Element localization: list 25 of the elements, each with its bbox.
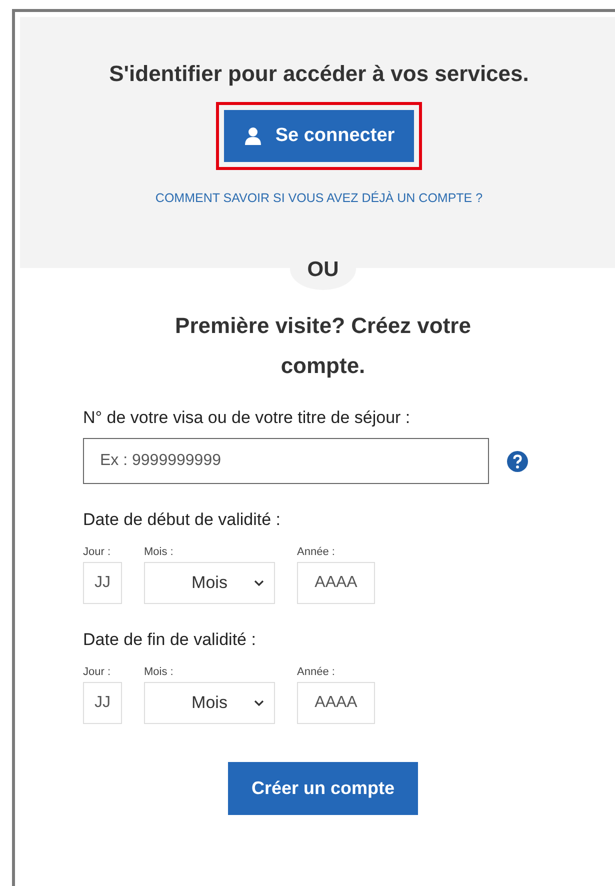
day-field[interactable]: JJ (83, 682, 122, 724)
year-label: Année : (297, 546, 336, 558)
date-label: Date de début de validité : (83, 510, 282, 530)
help-link[interactable]: COMMENT SAVOIR SI VOUS AVEZ DÉJÀ UN COMPTE ? (155, 191, 483, 205)
month-label: Mois : (144, 546, 174, 558)
field-label: N° de votre visa ou de votre titre de séjour : (83, 408, 412, 428)
year-field[interactable]: AAAA (297, 562, 375, 604)
signup-heading: Première visite? Créez votre compte. (174, 312, 472, 380)
year-label: Année : (297, 666, 336, 678)
login-button[interactable]: Se connecter (224, 110, 414, 162)
chevron-down-icon (254, 700, 264, 706)
date-label: Date de fin de validité : (83, 630, 257, 650)
month-dropdown[interactable]: Mois (144, 682, 275, 724)
month-label: Mois : (144, 666, 174, 678)
day-label: Jour : (83, 666, 112, 678)
user-icon (243, 126, 264, 146)
month-dropdown[interactable]: Mois (144, 562, 275, 604)
day-field[interactable]: JJ (83, 562, 122, 604)
year-field[interactable]: AAAA (297, 682, 375, 724)
create-account-button[interactable]: Créer un compte (228, 762, 418, 815)
day-label: Jour : (83, 546, 112, 558)
chevron-down-icon (254, 580, 264, 586)
login-heading: S'identifier pour accéder à vos services. (109, 61, 529, 87)
visa-number-field[interactable]: Ex : 9999999999 (83, 438, 489, 484)
help-icon[interactable] (507, 450, 528, 472)
